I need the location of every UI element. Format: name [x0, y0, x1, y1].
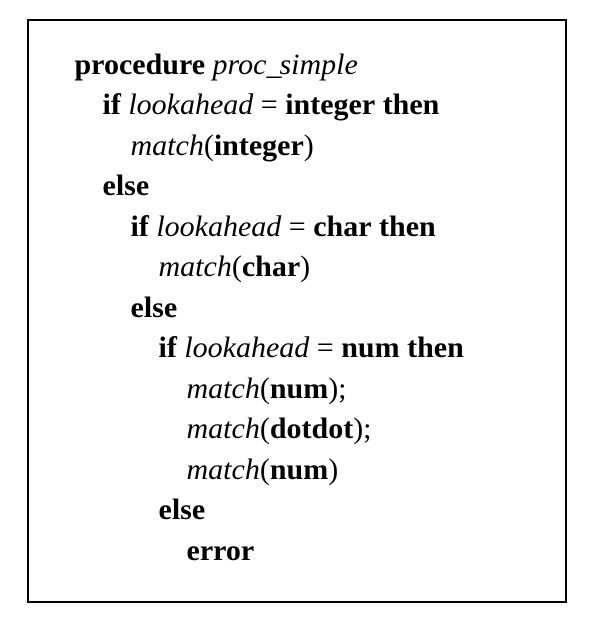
- func-match: match: [159, 250, 232, 283]
- token-char: char: [242, 250, 300, 283]
- code-line-8: if lookahead = num then: [47, 328, 547, 369]
- token-num: num: [341, 331, 399, 364]
- code-line-9: match(num);: [47, 369, 547, 410]
- token-dotdot: dotdot: [270, 412, 353, 445]
- keyword-then: then: [383, 88, 440, 121]
- code-line-5: if lookahead = char then: [47, 207, 547, 248]
- keyword-else: else: [103, 169, 150, 202]
- paren-close: ): [304, 129, 314, 162]
- keyword-else: else: [131, 291, 178, 324]
- proc-name-part2: simple: [279, 48, 357, 81]
- equals: =: [317, 331, 341, 364]
- token-num: num: [270, 453, 328, 486]
- paren-close: ): [300, 250, 310, 283]
- keyword-error: error: [187, 534, 255, 567]
- code-line-12: else: [47, 490, 547, 531]
- keyword-then: then: [407, 331, 464, 364]
- token-num: num: [270, 372, 328, 405]
- code-line-2: if lookahead = integer then: [47, 85, 547, 126]
- paren-open: (: [204, 129, 214, 162]
- keyword-if: if: [131, 210, 149, 243]
- pseudocode-box: procedure proc_simple if lookahead = int…: [27, 19, 567, 604]
- paren-open: (: [260, 412, 270, 445]
- keyword-else: else: [159, 493, 206, 526]
- code-line-4: else: [47, 166, 547, 207]
- code-line-7: else: [47, 288, 547, 329]
- paren-open: (: [260, 453, 270, 486]
- func-match: match: [187, 453, 260, 486]
- token-char: char: [313, 210, 371, 243]
- paren-close-semi: );: [353, 412, 371, 445]
- func-match: match: [131, 129, 204, 162]
- paren-open: (: [260, 372, 270, 405]
- token-integer: integer: [285, 88, 375, 121]
- func-match: match: [187, 412, 260, 445]
- equals: =: [289, 210, 313, 243]
- paren-close: ): [328, 453, 338, 486]
- var-lookahead: lookahead: [184, 331, 309, 364]
- func-match: match: [187, 372, 260, 405]
- code-line-6: match(char): [47, 247, 547, 288]
- keyword-procedure: procedure: [75, 48, 206, 81]
- code-line-3: match(integer): [47, 126, 547, 167]
- code-line-10: match(dotdot);: [47, 409, 547, 450]
- var-lookahead: lookahead: [128, 88, 253, 121]
- paren-close-semi: );: [328, 372, 346, 405]
- code-line-1: procedure proc_simple: [47, 45, 547, 86]
- keyword-if: if: [159, 331, 177, 364]
- token-integer: integer: [214, 129, 304, 162]
- proc-underscore: _: [266, 48, 279, 81]
- paren-open: (: [232, 250, 242, 283]
- var-lookahead: lookahead: [156, 210, 281, 243]
- keyword-if: if: [103, 88, 121, 121]
- code-line-11: match(num): [47, 450, 547, 491]
- proc-name-part1: proc: [213, 48, 267, 81]
- code-line-13: error: [47, 531, 547, 572]
- keyword-then: then: [379, 210, 436, 243]
- equals: =: [261, 88, 285, 121]
